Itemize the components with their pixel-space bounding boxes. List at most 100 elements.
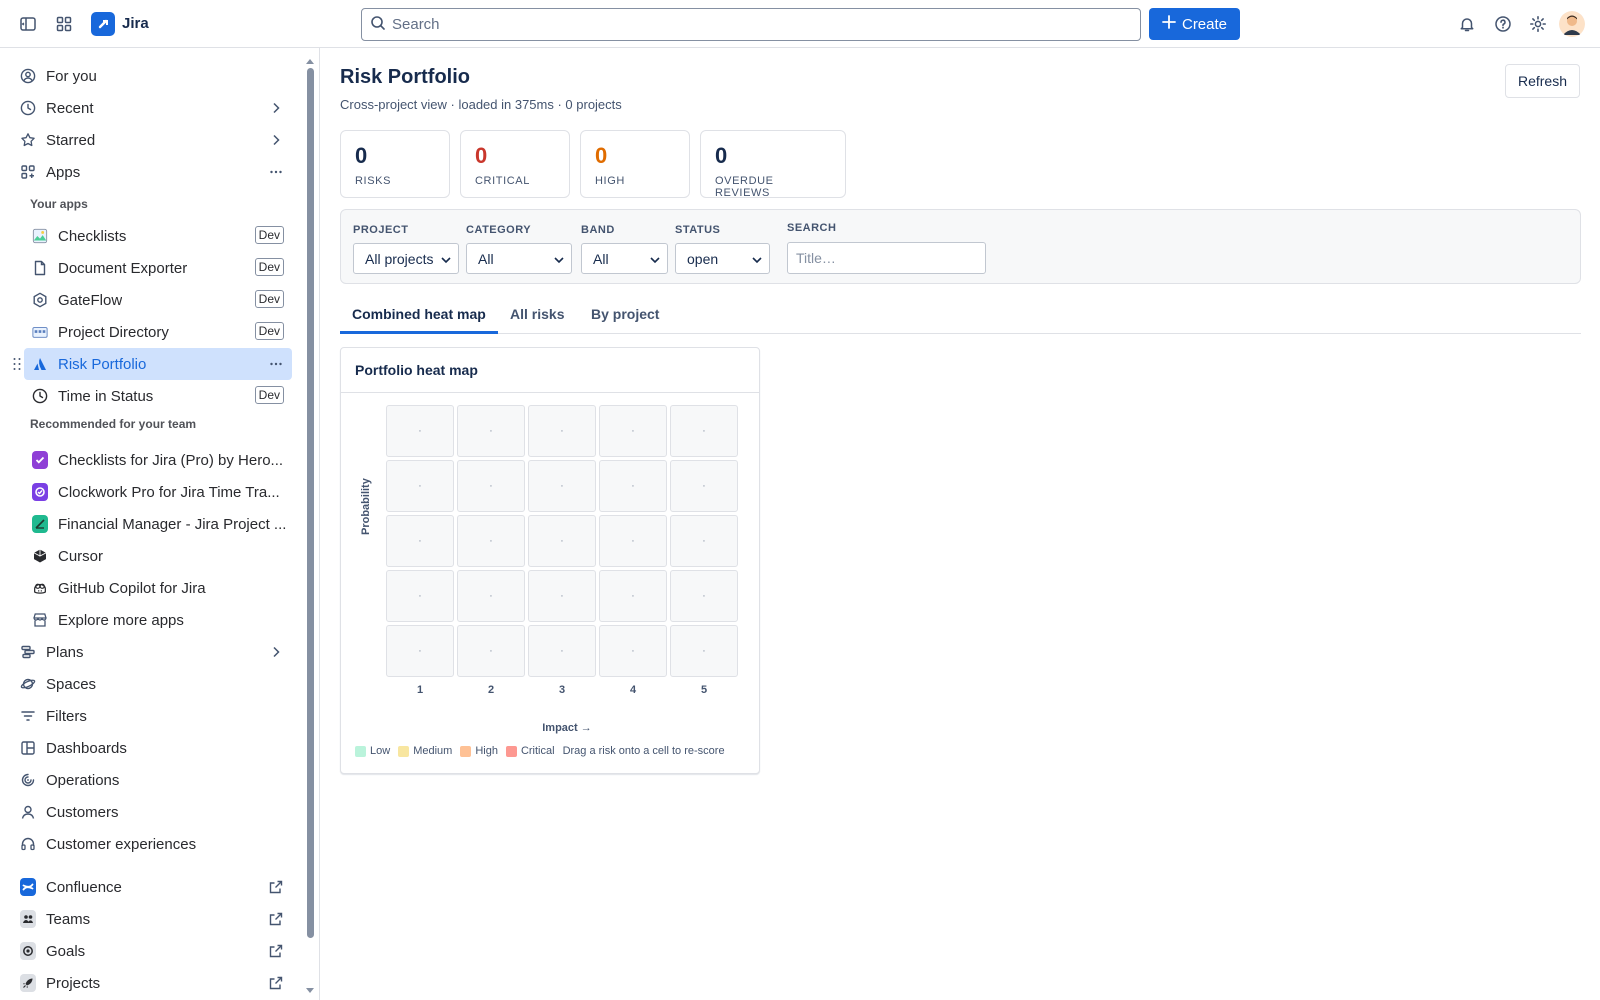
recommended-heading: Recommended for your team xyxy=(30,417,197,431)
title-search-input[interactable] xyxy=(787,242,986,274)
financial-manager-icon xyxy=(32,515,48,533)
sidebar-item-dashboards[interactable]: Dashboards xyxy=(12,732,292,764)
more-options-icon[interactable] xyxy=(268,164,284,184)
heat-map-cell[interactable]: · xyxy=(528,405,596,457)
app-switcher-icon[interactable] xyxy=(50,10,78,38)
band-select[interactable]: All xyxy=(581,243,668,274)
sidebar-item-recommended-app[interactable]: GitHub Copilot for Jira xyxy=(24,572,292,604)
notifications-bell-icon[interactable] xyxy=(1453,10,1481,38)
dev-badge: Dev xyxy=(254,226,284,244)
drag-handle-icon[interactable] xyxy=(12,357,22,374)
sidebar-item-label: Explore more apps xyxy=(58,611,184,629)
sidebar-item-goals[interactable]: Goals xyxy=(12,935,292,967)
sidebar-item-risk-portfolio[interactable]: Risk Portfolio xyxy=(24,348,292,380)
sidebar-item-teams[interactable]: Teams xyxy=(12,903,292,935)
sidebar-item-apps[interactable]: Apps xyxy=(12,156,292,188)
heat-map-cell[interactable]: · xyxy=(528,570,596,622)
external-link-icon[interactable] xyxy=(268,911,284,931)
search-input[interactable] xyxy=(392,16,1092,33)
sidebar-scrollbar[interactable] xyxy=(306,59,314,993)
tab-combined-heat-map[interactable]: Combined heat map xyxy=(352,306,486,322)
heat-map-cell[interactable]: · xyxy=(457,625,525,677)
folder-directory-icon xyxy=(32,324,48,340)
sidebar-item-operations[interactable]: Operations xyxy=(12,764,292,796)
external-link-icon[interactable] xyxy=(268,943,284,963)
view-tabs: Combined heat map All risks By project xyxy=(340,298,1581,334)
heat-map-cell[interactable]: · xyxy=(670,515,738,567)
heat-map-cell[interactable]: · xyxy=(599,570,667,622)
stat-card-critical: 0 CRITICAL xyxy=(460,130,570,198)
sidebar-item-project-directory[interactable]: Project Directory Dev xyxy=(24,316,292,348)
heat-map-cell[interactable]: · xyxy=(670,625,738,677)
scroll-up-arrow-icon[interactable] xyxy=(306,58,314,64)
heat-map-cell[interactable]: · xyxy=(528,625,596,677)
sidebar-item-confluence[interactable]: Confluence xyxy=(12,871,292,903)
sidebar-item-spaces[interactable]: Spaces xyxy=(12,668,292,700)
heat-map-cell[interactable]: · xyxy=(386,570,454,622)
sidebar-item-explore-apps[interactable]: Explore more apps xyxy=(24,604,292,636)
heat-map-cell[interactable]: · xyxy=(670,405,738,457)
help-icon[interactable] xyxy=(1489,10,1517,38)
sidebar-item-label: Document Exporter xyxy=(58,259,188,277)
chevron-right-icon[interactable] xyxy=(268,100,284,120)
heat-map-cell[interactable]: · xyxy=(528,460,596,512)
sidebar-item-filters[interactable]: Filters xyxy=(12,700,292,732)
sidebar-item-plans[interactable]: Plans xyxy=(12,636,292,668)
refresh-button[interactable]: Refresh xyxy=(1505,64,1580,98)
sidebar-item-customer-experiences[interactable]: Customer experiences xyxy=(12,828,292,860)
heat-map-cell[interactable]: · xyxy=(599,515,667,567)
heat-map-cell[interactable]: · xyxy=(599,405,667,457)
project-select[interactable]: All projects xyxy=(353,243,459,274)
settings-gear-icon[interactable] xyxy=(1524,10,1552,38)
sidebar-item-recommended-app[interactable]: Financial Manager - Jira Project ... xyxy=(24,508,292,540)
heat-map-cell[interactable]: · xyxy=(670,570,738,622)
category-select[interactable]: All xyxy=(466,243,572,274)
headset-icon xyxy=(20,836,36,852)
create-button[interactable]: Create xyxy=(1149,8,1240,40)
external-link-icon[interactable] xyxy=(268,975,284,995)
external-link-icon[interactable] xyxy=(268,879,284,899)
planet-icon xyxy=(20,676,36,692)
sidebar-item-starred[interactable]: Starred xyxy=(12,124,292,156)
status-select-value: open xyxy=(687,250,719,267)
scrollbar-thumb[interactable] xyxy=(307,68,314,938)
heat-map-cell[interactable]: · xyxy=(528,515,596,567)
heat-map-cell[interactable]: · xyxy=(599,460,667,512)
filter-icon xyxy=(20,708,36,724)
sidebar-item-checklists[interactable]: Checklists Dev xyxy=(24,220,292,252)
sidebar-item-projects[interactable]: Projects xyxy=(12,967,292,999)
tab-all-risks[interactable]: All risks xyxy=(510,306,564,322)
heat-map-cell[interactable]: · xyxy=(457,515,525,567)
jira-logo-icon[interactable] xyxy=(91,12,115,36)
scroll-down-arrow-icon[interactable] xyxy=(306,988,314,994)
heat-map-cell[interactable]: · xyxy=(457,570,525,622)
chevron-right-icon[interactable] xyxy=(268,644,284,664)
user-avatar[interactable] xyxy=(1559,11,1585,37)
heat-map-cell[interactable]: · xyxy=(386,405,454,457)
sidebar-item-document-exporter[interactable]: Document Exporter Dev xyxy=(24,252,292,284)
sidebar-item-recommended-app[interactable]: Checklists for Jira (Pro) by Hero... xyxy=(24,444,292,476)
sidebar-item-gateflow[interactable]: GateFlow Dev xyxy=(24,284,292,316)
heat-map-cell[interactable]: · xyxy=(386,625,454,677)
heat-map-cell[interactable]: · xyxy=(457,405,525,457)
chevron-right-icon[interactable] xyxy=(268,132,284,152)
tab-by-project[interactable]: By project xyxy=(591,306,659,322)
more-options-icon[interactable] xyxy=(268,356,284,376)
hexagon-icon xyxy=(32,292,48,308)
sidebar-item-customers[interactable]: Customers xyxy=(12,796,292,828)
app-name[interactable]: Jira xyxy=(122,15,149,32)
sidebar-item-for-you[interactable]: For you xyxy=(12,60,292,92)
sidebar-item-time-in-status[interactable]: Time in Status Dev xyxy=(24,380,292,412)
heat-map-cell[interactable]: · xyxy=(386,515,454,567)
heat-map-cell[interactable]: · xyxy=(457,460,525,512)
sidebar-item-recommended-app[interactable]: Clockwork Pro for Jira Time Tra... xyxy=(24,476,292,508)
your-apps-heading: Your apps xyxy=(30,197,88,211)
heat-map-cell[interactable]: · xyxy=(386,460,454,512)
heat-map-cell[interactable]: · xyxy=(670,460,738,512)
status-select[interactable]: open xyxy=(675,243,770,274)
sidebar-toggle-icon[interactable] xyxy=(14,10,42,38)
sidebar-item-recent[interactable]: Recent xyxy=(12,92,292,124)
global-search[interactable] xyxy=(361,8,1141,41)
heat-map-cell[interactable]: · xyxy=(599,625,667,677)
sidebar-item-recommended-app[interactable]: Cursor xyxy=(24,540,292,572)
